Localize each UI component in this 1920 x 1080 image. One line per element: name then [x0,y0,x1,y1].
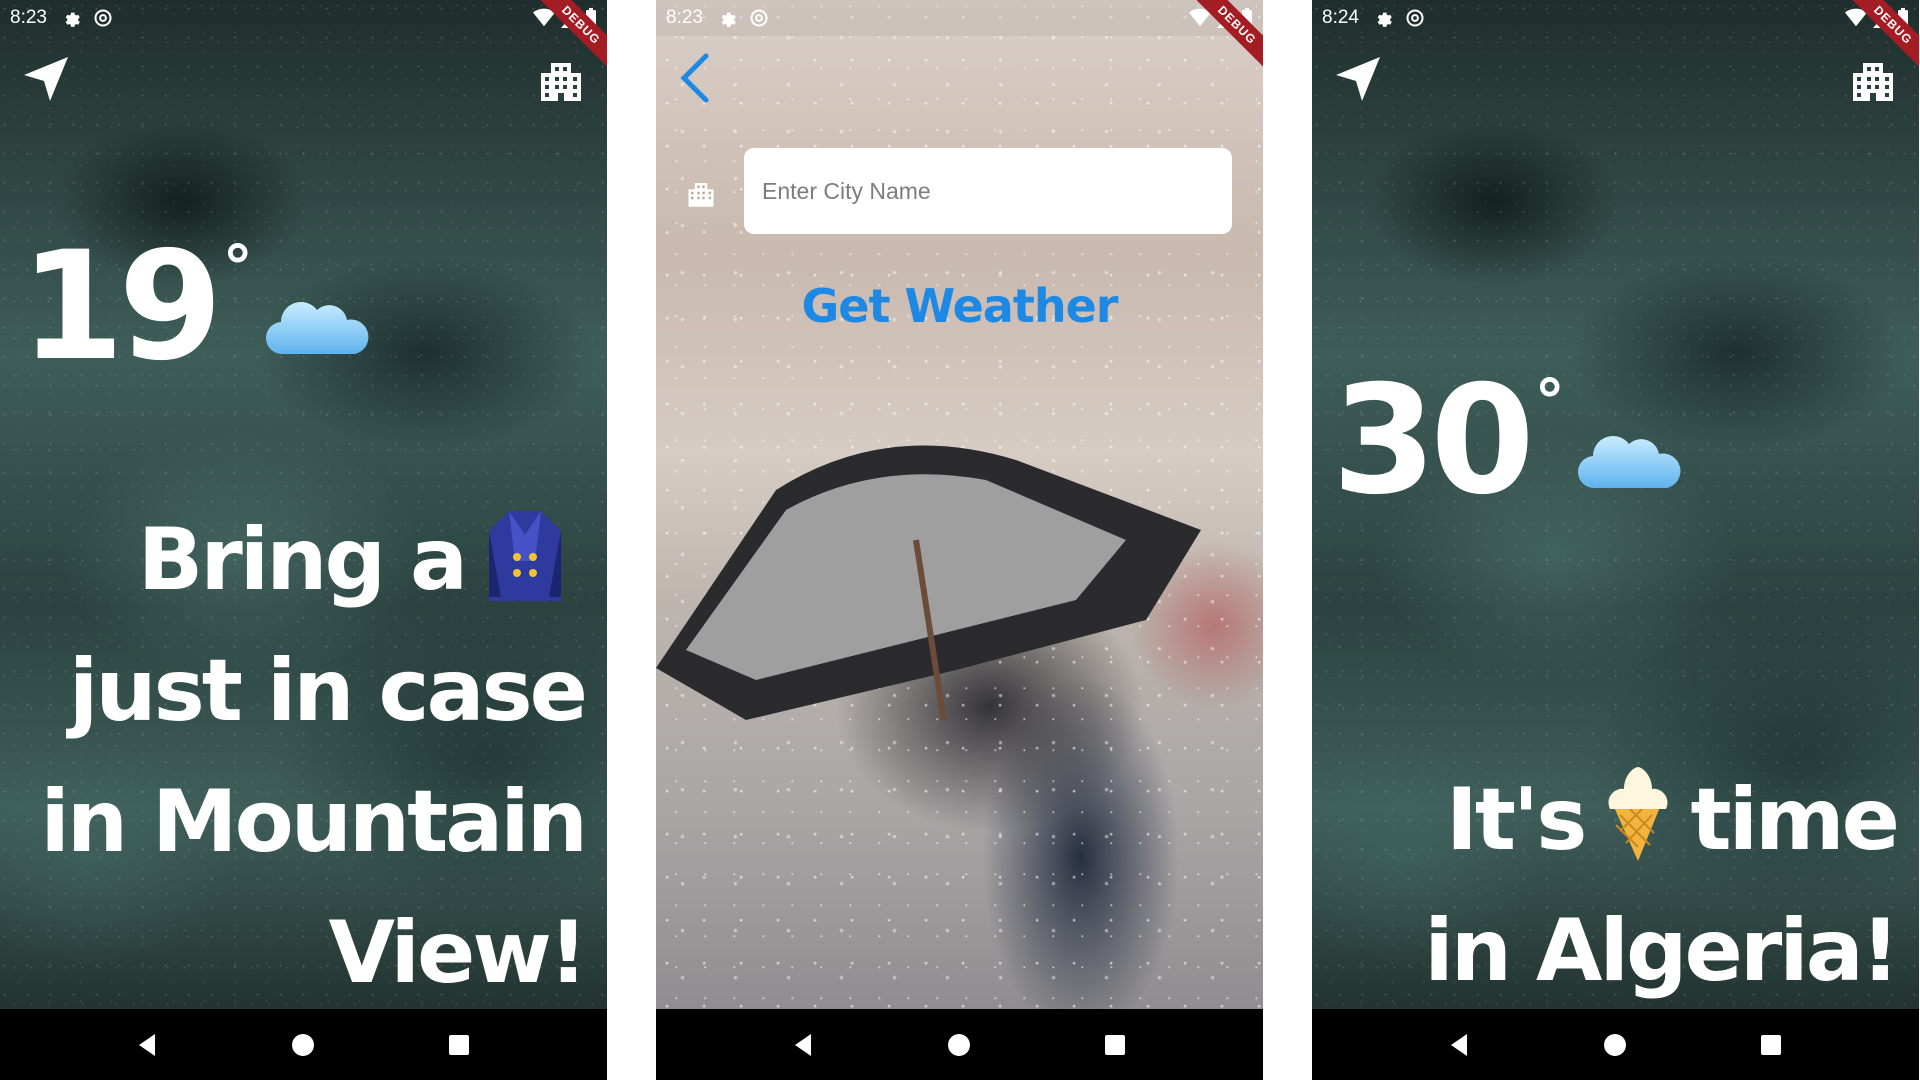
message-line-4: View! [328,903,588,1003]
message-line-1: It's time [1317,755,1900,886]
message-text: time [1690,770,1900,870]
back-chevron-icon[interactable] [670,50,720,106]
cloud-icon [265,302,369,355]
temperature-value: 19 [20,220,223,394]
nav-recents-icon[interactable] [1102,1032,1128,1058]
degree-symbol: ° [222,233,253,303]
nav-back-icon[interactable] [791,1032,817,1058]
degree-symbol: ° [1534,367,1565,437]
at-sign-icon [94,9,112,27]
nav-back-icon[interactable] [135,1032,161,1058]
nav-back-icon[interactable] [1447,1032,1473,1058]
status-bar: 8:24 [1312,0,1919,36]
city-icon [688,183,714,207]
settings-gear-icon [1377,12,1392,27]
message-line-1: Bring a [5,495,585,626]
coat-icon [489,511,561,601]
weather-message: It's time in Algeria! [1317,755,1900,1017]
temperature-display: 30 ° [1332,366,1685,516]
weather-message: Bring a just in case in Mountain View! [5,495,588,1019]
message-text: Bring a [137,510,468,610]
android-nav-bar [0,1009,607,1080]
at-sign-icon [750,9,768,27]
nav-recents-icon[interactable] [1758,1032,1784,1058]
weather-screen-2: 8:24 DEBUG 30 ° It's time in Algeria! [1312,0,1919,1080]
at-sign-icon [1406,9,1424,27]
temperature-value: 30 [1332,354,1535,528]
ice-cream-icon [1609,767,1668,861]
umbrella-photo [656,445,1201,720]
nav-recents-icon[interactable] [446,1032,472,1058]
status-time: 8:23 [10,7,47,28]
get-weather-button[interactable]: Get Weather [656,278,1263,334]
status-time: 8:23 [666,7,703,28]
screens: 8:23 DEBUG 19 ° Bring a just in case in … [0,0,1920,1080]
city-icon[interactable] [537,55,585,103]
status-time: 8:24 [1322,7,1359,28]
location-arrow-icon[interactable] [22,55,70,103]
android-nav-bar [1312,1009,1919,1080]
weather-screen-1: 8:23 DEBUG 19 ° Bring a just in case in … [0,0,607,1080]
status-bar: 8:23 [656,0,1263,36]
message-line-3: in Mountain [40,772,588,872]
nav-home-icon[interactable] [946,1032,972,1058]
nav-home-icon[interactable] [1602,1032,1628,1058]
city-name-input[interactable] [744,148,1232,234]
cloud-icon [1577,436,1681,489]
android-nav-bar [656,1009,1263,1080]
message-line-2: just in case [68,641,588,741]
message-text: It's [1445,770,1588,870]
message-line-2: in Algeria! [1424,901,1900,1001]
location-arrow-icon[interactable] [1334,55,1382,103]
settings-gear-icon [721,12,736,27]
settings-gear-icon [65,12,80,27]
city-screen: 8:23 DEBUG Get Weather [656,0,1263,1080]
temperature-display: 19 ° [20,232,373,382]
nav-home-icon[interactable] [290,1032,316,1058]
status-bar: 8:23 [0,0,607,36]
city-icon[interactable] [1849,55,1897,103]
